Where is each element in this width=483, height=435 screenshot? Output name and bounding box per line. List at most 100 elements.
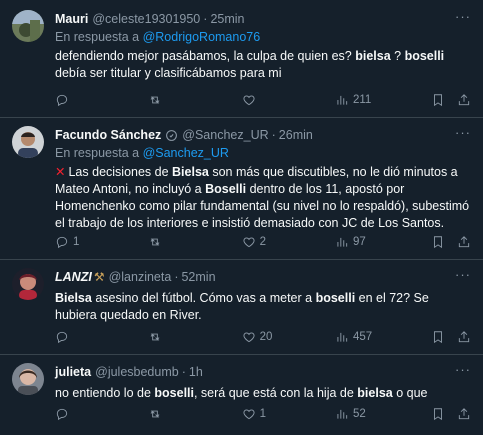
text-highlight: Bielsa bbox=[172, 165, 209, 179]
views-count: 52 bbox=[352, 408, 366, 420]
reply-button[interactable] bbox=[55, 330, 148, 344]
retweet-button[interactable] bbox=[148, 235, 241, 249]
avatar[interactable] bbox=[12, 268, 44, 300]
text-part: o que bbox=[392, 386, 428, 400]
text-part: debía ser titular y clasificábamos para … bbox=[55, 66, 282, 80]
timestamp[interactable]: 1h bbox=[189, 365, 203, 379]
author-name[interactable]: LANZI bbox=[55, 270, 92, 284]
bookmark-button[interactable] bbox=[431, 407, 445, 421]
text-part: defendiendo mejor pasábamos, la culpa de… bbox=[55, 49, 356, 63]
tweet-text: no entiendo lo de boselli, será que está… bbox=[55, 385, 471, 402]
retweet-icon bbox=[150, 333, 160, 341]
bookmark-button[interactable] bbox=[431, 330, 445, 344]
pickaxe-emoji-icon: ⚒ bbox=[93, 270, 105, 284]
retweet-icon bbox=[150, 238, 160, 246]
reply-prefix: En respuesta a bbox=[55, 30, 140, 44]
bookmark-button[interactable] bbox=[431, 235, 445, 249]
text-highlight: boselli bbox=[154, 386, 194, 400]
tweet[interactable]: Facundo Sánchez @Sanchez_UR · 26min ··· … bbox=[0, 118, 483, 260]
views-count: 97 bbox=[352, 236, 366, 248]
views-icon bbox=[337, 332, 348, 342]
views-icon bbox=[337, 95, 348, 105]
reply-button[interactable] bbox=[55, 93, 148, 107]
separator-dot: · bbox=[271, 128, 276, 142]
timestamp[interactable]: 25min bbox=[210, 12, 244, 26]
avatar[interactable] bbox=[12, 126, 44, 158]
reply-button[interactable]: 1 bbox=[55, 235, 148, 249]
author-handle[interactable]: @lanzineta bbox=[109, 270, 172, 284]
more-icon[interactable]: ··· bbox=[455, 268, 471, 282]
share-button[interactable] bbox=[457, 235, 471, 249]
text-highlight: bielsa bbox=[357, 386, 393, 400]
share-icon bbox=[458, 94, 470, 106]
text-highlight: boselli bbox=[404, 49, 445, 63]
reply-mention-link[interactable]: @RodrigoRomano76 bbox=[143, 30, 261, 44]
timestamp[interactable]: 26min bbox=[279, 128, 313, 142]
like-count: 2 bbox=[259, 236, 267, 248]
separator-dot: · bbox=[174, 270, 179, 284]
retweet-button[interactable] bbox=[148, 330, 241, 344]
text-highlight: Bielsa bbox=[55, 291, 92, 305]
text-highlight: Boselli bbox=[205, 182, 247, 196]
tweet[interactable]: julieta @julesbedumb · 1h ··· no entiend… bbox=[0, 355, 483, 435]
author-name[interactable]: Facundo Sánchez bbox=[55, 128, 161, 142]
reply-icon bbox=[56, 94, 68, 107]
views-button[interactable]: 211 bbox=[335, 93, 419, 107]
text-highlight: bielsa bbox=[355, 49, 391, 63]
reply-count: 1 bbox=[73, 236, 80, 248]
more-icon[interactable]: ··· bbox=[455, 10, 471, 24]
author-name[interactable]: julieta bbox=[55, 365, 91, 379]
separator-dot: · bbox=[203, 12, 208, 26]
like-button[interactable]: 2 bbox=[242, 235, 335, 249]
tweet[interactable]: LANZI ⚒ @lanzineta · 52min ··· Bielsa as… bbox=[0, 260, 483, 355]
share-button[interactable] bbox=[457, 93, 471, 107]
retweet-button[interactable] bbox=[148, 407, 241, 421]
like-button[interactable] bbox=[242, 93, 335, 107]
views-button[interactable]: 97 bbox=[335, 235, 419, 249]
text-part: no entiendo lo de bbox=[55, 386, 155, 400]
retweet-button[interactable] bbox=[148, 93, 241, 107]
like-button[interactable]: 1 bbox=[242, 407, 335, 421]
reply-icon bbox=[56, 331, 68, 344]
reply-mention-link[interactable]: @Sanchez_UR bbox=[143, 146, 229, 160]
text-part: ? bbox=[390, 49, 405, 63]
share-icon bbox=[458, 331, 470, 343]
like-button[interactable]: 20 bbox=[242, 330, 335, 344]
like-count: 20 bbox=[259, 331, 273, 343]
like-count: 1 bbox=[259, 408, 267, 420]
more-icon[interactable]: ··· bbox=[455, 126, 471, 140]
views-button[interactable]: 52 bbox=[335, 407, 419, 421]
views-count: 457 bbox=[352, 331, 373, 343]
views-icon bbox=[337, 237, 348, 247]
reply-button[interactable] bbox=[55, 407, 148, 421]
reply-feed: Mauri @celeste19301950 · 25min ··· En re… bbox=[0, 0, 483, 435]
avatar[interactable] bbox=[12, 363, 44, 395]
more-icon[interactable]: ··· bbox=[455, 363, 471, 377]
author-handle[interactable]: @celeste19301950 bbox=[92, 12, 200, 26]
like-icon bbox=[243, 409, 255, 420]
author-name[interactable]: Mauri bbox=[55, 12, 88, 26]
views-button[interactable]: 457 bbox=[335, 330, 419, 344]
tweet[interactable]: Mauri @celeste19301950 · 25min ··· En re… bbox=[0, 0, 483, 118]
separator-dot: · bbox=[181, 365, 186, 379]
bookmark-icon bbox=[434, 408, 442, 421]
text-part: , será que está con la hija de bbox=[193, 386, 358, 400]
verified-icon bbox=[165, 129, 178, 142]
share-button[interactable] bbox=[457, 407, 471, 421]
text-part: Las decisiones de bbox=[68, 165, 173, 179]
bookmark-icon bbox=[434, 94, 442, 107]
tweet-text: ✕ Las decisiones de Bielsa son más que di… bbox=[55, 164, 471, 232]
retweet-icon bbox=[150, 96, 160, 104]
timestamp[interactable]: 52min bbox=[181, 270, 215, 284]
author-handle[interactable]: @Sanchez_UR bbox=[182, 128, 268, 142]
tweet-text: defendiendo mejor pasábamos, la culpa de… bbox=[55, 48, 471, 82]
share-button[interactable] bbox=[457, 330, 471, 344]
avatar[interactable] bbox=[12, 10, 44, 42]
retweet-icon bbox=[150, 410, 160, 418]
author-handle[interactable]: @julesbedumb bbox=[95, 365, 179, 379]
reply-context: En respuesta a @RodrigoRomano76 bbox=[55, 30, 471, 46]
share-icon bbox=[458, 236, 470, 248]
bookmark-icon bbox=[434, 236, 442, 249]
bookmark-button[interactable] bbox=[431, 93, 445, 107]
text-highlight: boselli bbox=[315, 291, 356, 305]
